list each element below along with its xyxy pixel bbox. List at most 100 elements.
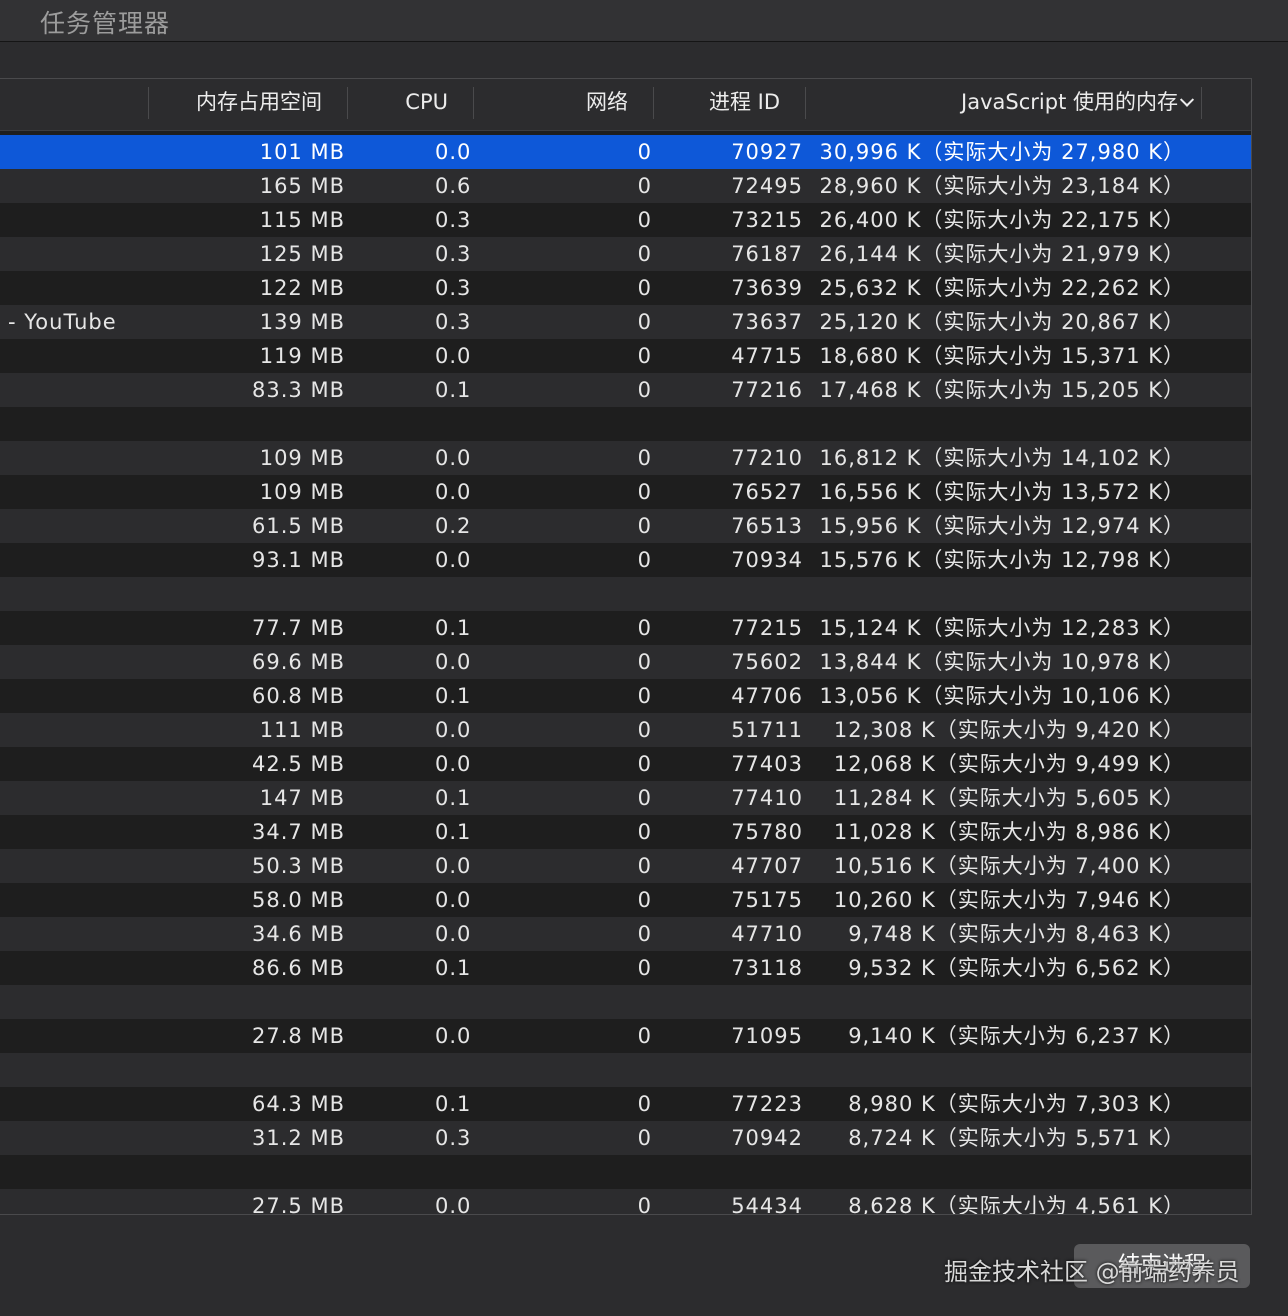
network-cell: 0 (637, 446, 652, 470)
process-table[interactable]: 内存占用空间 CPU 网络 进程 ID JavaScript 使用的内存 101… (0, 78, 1252, 1215)
memory-cell: 77.7 MB (252, 616, 345, 640)
memory-cell: 122 MB (259, 276, 345, 300)
table-row[interactable]: 64.3 MB 0.1 0 77223 8,980 K（实际大小为 7,303 K） (0, 1087, 1251, 1121)
memory-cell: 31.2 MB (252, 1126, 345, 1150)
table-row[interactable]: - YouTube 139 MB 0.3 0 73637 25,120 K（实际大小为 2… (0, 305, 1251, 339)
memory-cell: 83.3 MB (252, 378, 345, 402)
js-memory-cell: 15,956 K（实际大小为 12,974 K） (819, 514, 1185, 538)
pid-cell: 75175 (731, 888, 803, 912)
js-memory-cell: 8,628 K（实际大小为 4,561 K） (848, 1194, 1185, 1215)
memory-cell: 86.6 MB (252, 956, 345, 980)
cpu-cell: 0.1 (435, 684, 472, 708)
table-row[interactable]: 69.6 MB 0.0 0 75602 13,844 K（实际大小为 10,978 K） (0, 645, 1251, 679)
memory-cell: 34.6 MB (252, 922, 345, 946)
js-memory-cell: 15,576 K（实际大小为 12,798 K） (819, 548, 1185, 572)
memory-cell: 139 MB (259, 310, 345, 334)
memory-cell: 101 MB (259, 140, 345, 164)
cpu-cell: 0.1 (435, 956, 472, 980)
table-row[interactable]: 165 MB 0.6 0 72495 28,960 K（实际大小为 23,184 K） (0, 169, 1251, 203)
pid-cell: 77215 (731, 616, 803, 640)
network-cell: 0 (637, 718, 652, 742)
memory-cell: 111 MB (259, 718, 345, 742)
table-row[interactable] (0, 407, 1251, 441)
network-cell: 0 (637, 514, 652, 538)
pid-cell: 77210 (731, 446, 803, 470)
table-row[interactable]: 42.5 MB 0.0 0 77403 12,068 K（实际大小为 9,499 K） (0, 747, 1251, 781)
table-row[interactable]: 31.2 MB 0.3 0 70942 8,724 K（实际大小为 5,571 K） (0, 1121, 1251, 1155)
table-row[interactable]: 122 MB 0.3 0 73639 25,632 K（实际大小为 22,262 K） (0, 271, 1251, 305)
js-memory-cell: 18,680 K（实际大小为 15,371 K） (819, 344, 1185, 368)
js-memory-cell: 8,980 K（实际大小为 7,303 K） (848, 1092, 1185, 1116)
memory-cell: 125 MB (259, 242, 345, 266)
column-header-memory[interactable]: 内存占用空间 (148, 79, 348, 130)
memory-cell: 60.8 MB (252, 684, 345, 708)
table-row[interactable]: 125 MB 0.3 0 76187 26,144 K（实际大小为 21,979 K） (0, 237, 1251, 271)
cpu-cell: 0.0 (435, 140, 472, 164)
js-memory-cell: 26,400 K（实际大小为 22,175 K） (819, 208, 1185, 232)
table-row[interactable]: 109 MB 0.0 0 77210 16,812 K（实际大小为 14,102 K） (0, 441, 1251, 475)
cpu-cell: 0.3 (435, 310, 472, 334)
cpu-cell: 0.2 (435, 514, 472, 538)
table-row[interactable]: 61.5 MB 0.2 0 76513 15,956 K（实际大小为 12,974 K） (0, 509, 1251, 543)
column-header-js-memory[interactable]: JavaScript 使用的内存 (806, 79, 1202, 130)
js-memory-cell: 10,260 K（实际大小为 7,946 K） (833, 888, 1185, 912)
cpu-cell: 0.0 (435, 718, 472, 742)
pid-cell: 76187 (731, 242, 803, 266)
table-row[interactable]: 60.8 MB 0.1 0 47706 13,056 K（实际大小为 10,106 K） (0, 679, 1251, 713)
pid-cell: 76527 (731, 480, 803, 504)
title-bar: 任务管理器 (0, 0, 1288, 42)
table-row[interactable]: 119 MB 0.0 0 47715 18,680 K（实际大小为 15,371 K） (0, 339, 1251, 373)
table-row[interactable]: 77.7 MB 0.1 0 77215 15,124 K（实际大小为 12,283 K） (0, 611, 1251, 645)
memory-cell: 165 MB (259, 174, 345, 198)
table-row[interactable]: 58.0 MB 0.0 0 75175 10,260 K（实际大小为 7,946 K） (0, 883, 1251, 917)
memory-cell: 61.5 MB (252, 514, 345, 538)
network-cell: 0 (637, 480, 652, 504)
table-row[interactable] (0, 1053, 1251, 1087)
network-cell: 0 (637, 956, 652, 980)
table-row[interactable]: 147 MB 0.1 0 77410 11,284 K（实际大小为 5,605 K） (0, 781, 1251, 815)
table-row[interactable]: 86.6 MB 0.1 0 73118 9,532 K（实际大小为 6,562 K） (0, 951, 1251, 985)
network-cell: 0 (637, 310, 652, 334)
network-cell: 0 (637, 378, 652, 402)
table-row[interactable] (0, 577, 1251, 611)
pid-cell: 47715 (731, 344, 803, 368)
column-header-network[interactable]: 网络 (474, 79, 654, 130)
js-memory-cell: 12,068 K（实际大小为 9,499 K） (833, 752, 1185, 776)
table-row[interactable]: 34.6 MB 0.0 0 47710 9,748 K（实际大小为 8,463 K） (0, 917, 1251, 951)
cpu-cell: 0.3 (435, 242, 472, 266)
network-cell: 0 (637, 616, 652, 640)
column-header-pid[interactable]: 进程 ID (654, 79, 806, 130)
column-header-cpu[interactable]: CPU (348, 79, 474, 130)
table-row[interactable] (0, 1155, 1251, 1189)
table-row-selected[interactable]: 101 MB 0.0 0 70927 30,996 K（实际大小为 27,980 K） (0, 135, 1251, 169)
table-row[interactable]: 27.8 MB 0.0 0 71095 9,140 K（实际大小为 6,237 K） (0, 1019, 1251, 1053)
memory-cell: 119 MB (259, 344, 345, 368)
network-cell: 0 (637, 820, 652, 844)
table-header: 内存占用空间 CPU 网络 进程 ID JavaScript 使用的内存 (0, 79, 1251, 131)
pid-cell: 47707 (731, 854, 803, 878)
table-row[interactable]: 34.7 MB 0.1 0 75780 11,028 K（实际大小为 8,986 K） (0, 815, 1251, 849)
network-cell: 0 (637, 1194, 652, 1215)
pid-cell: 77223 (731, 1092, 803, 1116)
pid-cell: 54434 (731, 1194, 803, 1215)
table-row[interactable]: 111 MB 0.0 0 51711 12,308 K（实际大小为 9,420 K） (0, 713, 1251, 747)
table-row[interactable]: 83.3 MB 0.1 0 77216 17,468 K（实际大小为 15,205 K） (0, 373, 1251, 407)
pid-cell: 75602 (731, 650, 803, 674)
network-cell: 0 (637, 1024, 652, 1048)
table-row[interactable]: 109 MB 0.0 0 76527 16,556 K（实际大小为 13,572 K） (0, 475, 1251, 509)
network-cell: 0 (637, 548, 652, 572)
network-cell: 0 (637, 888, 652, 912)
table-row[interactable]: 50.3 MB 0.0 0 47707 10,516 K（实际大小为 7,400 K） (0, 849, 1251, 883)
table-row[interactable]: 93.1 MB 0.0 0 70934 15,576 K（实际大小为 12,798 K） (0, 543, 1251, 577)
network-cell: 0 (637, 752, 652, 776)
js-memory-cell: 11,284 K（实际大小为 5,605 K） (833, 786, 1185, 810)
table-row[interactable]: 115 MB 0.3 0 73215 26,400 K（实际大小为 22,175 K） (0, 203, 1251, 237)
table-row[interactable]: 27.5 MB 0.0 0 54434 8,628 K（实际大小为 4,561 K） (0, 1189, 1251, 1215)
table-row[interactable] (0, 985, 1251, 1019)
cpu-cell: 0.1 (435, 1092, 472, 1116)
memory-cell: 64.3 MB (252, 1092, 345, 1116)
js-memory-cell: 12,308 K（实际大小为 9,420 K） (833, 718, 1185, 742)
js-memory-cell: 16,556 K（实际大小为 13,572 K） (819, 480, 1185, 504)
chevron-down-icon (1179, 92, 1195, 107)
cpu-cell: 0.0 (435, 650, 472, 674)
